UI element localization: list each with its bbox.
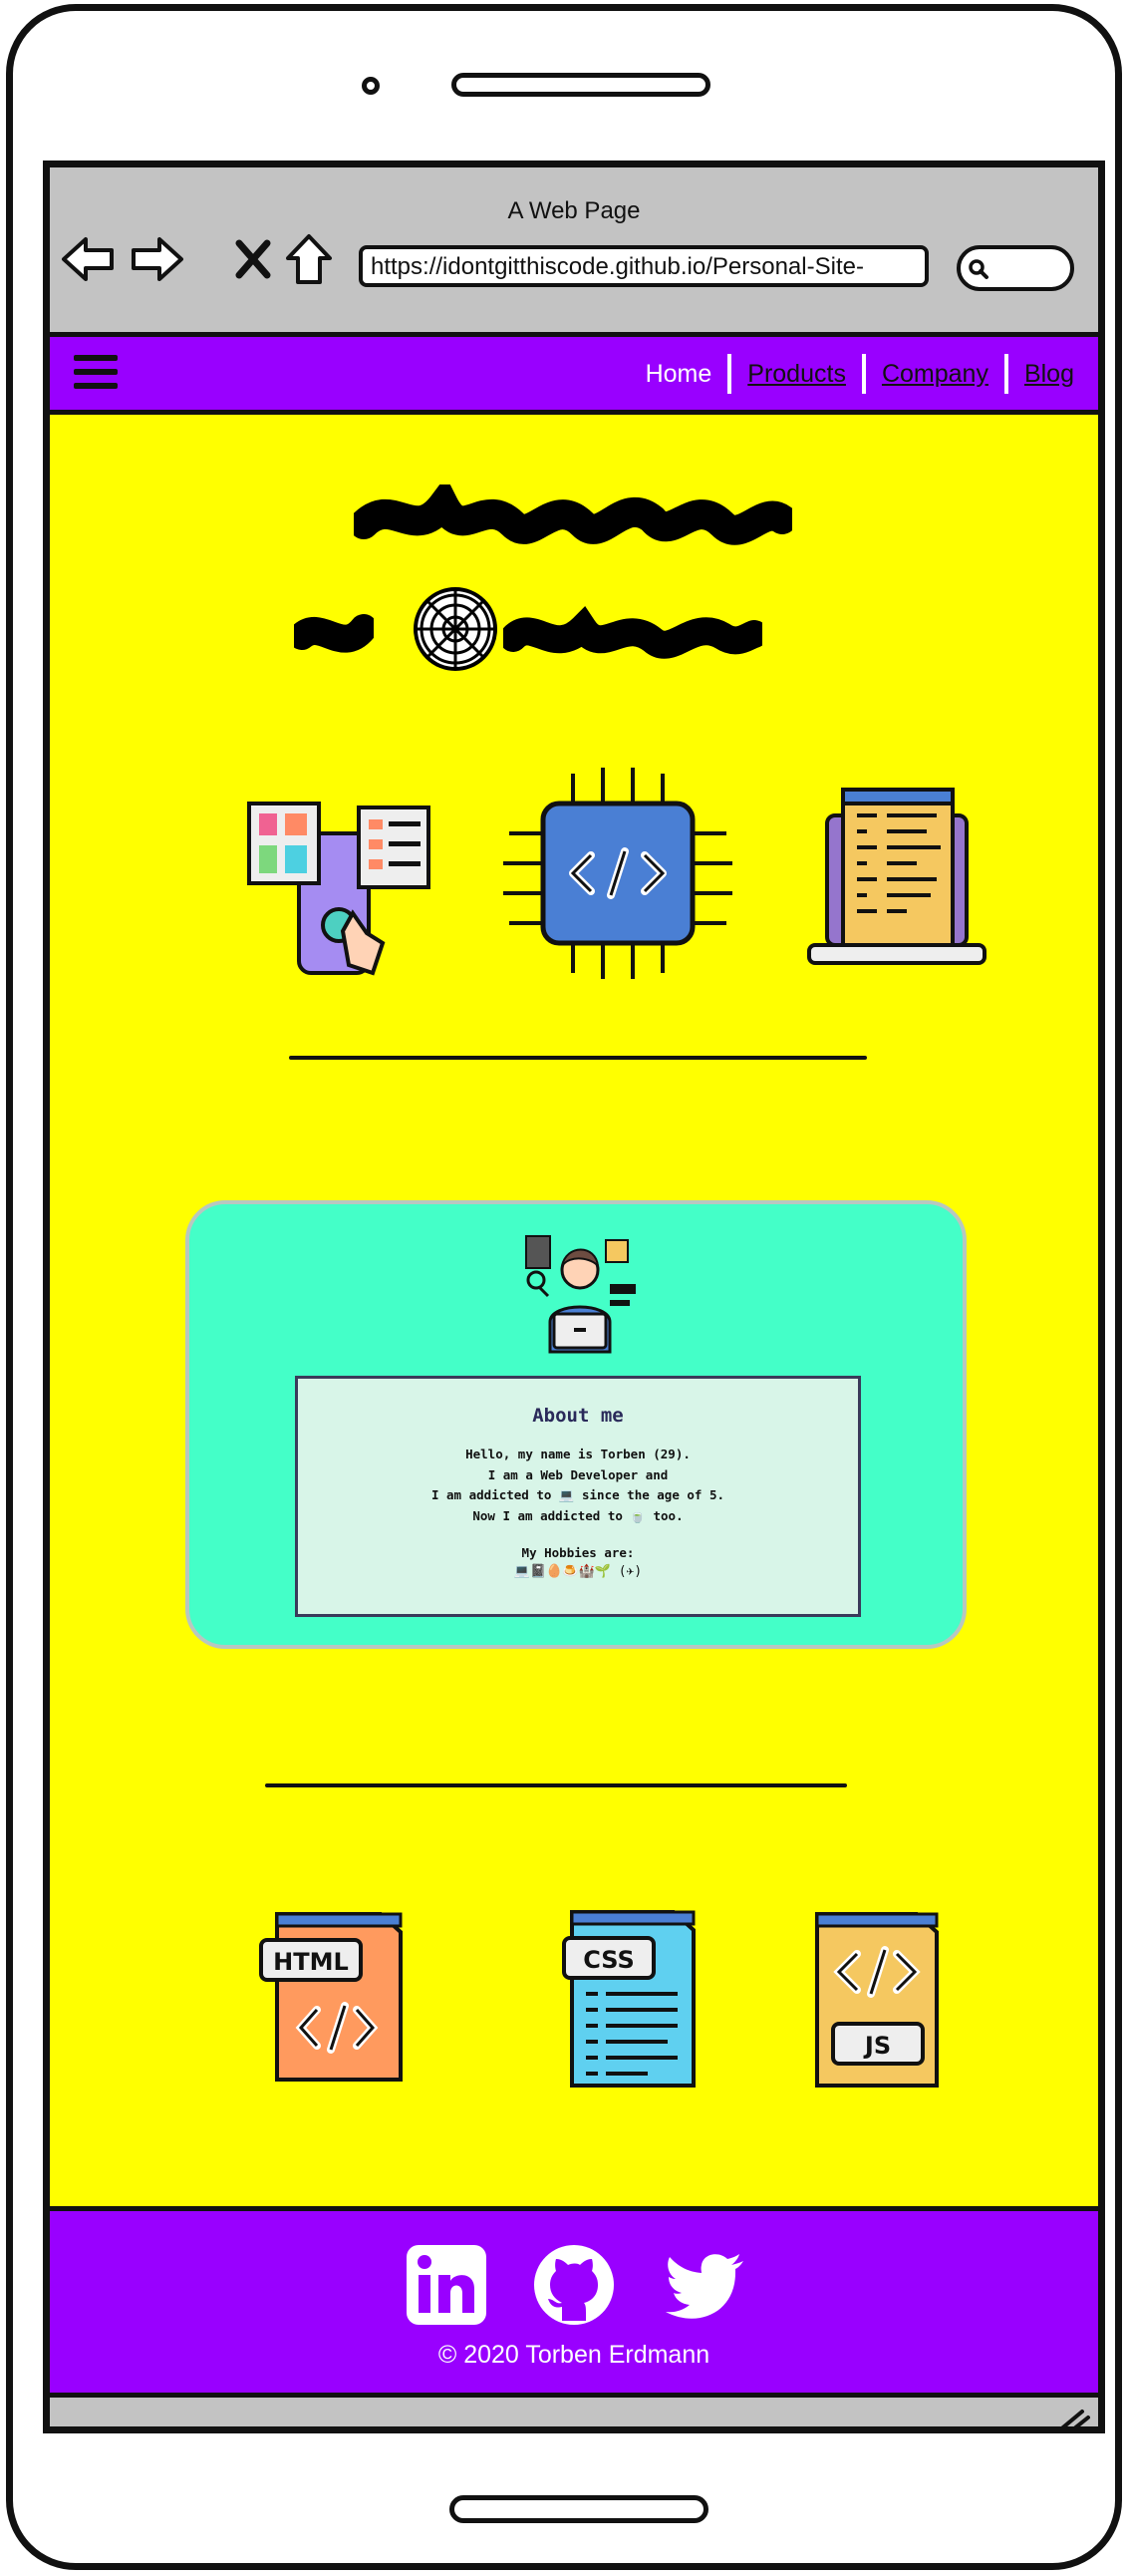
about-description: Hello, my name is Torben (29). I am a We…	[298, 1445, 858, 1526]
developer-avatar-icon	[525, 1235, 636, 1354]
copyright-text: © 2020 Torben Erdmann	[437, 2341, 710, 2369]
nav-home[interactable]: Home	[646, 360, 712, 389]
browser-chrome: A Web Page https://idontgitthiscode.gith…	[50, 167, 1098, 337]
css-file-icon: CSS	[562, 1910, 696, 2088]
hero-subtitle-scribble	[294, 614, 374, 653]
close-icon	[235, 239, 271, 279]
phone-home-button[interactable]	[449, 2495, 708, 2523]
cpu-chip-code-icon	[503, 768, 732, 979]
resize-grip-icon[interactable]	[1052, 2406, 1092, 2433]
home-icon	[286, 234, 332, 284]
back-arrow-icon	[62, 237, 114, 281]
nav-divider	[727, 354, 732, 394]
window-title: A Web Page	[507, 197, 641, 224]
forward-arrow-icon	[132, 237, 183, 281]
css-label: CSS	[583, 1946, 635, 1974]
web-page-design-icon	[247, 802, 430, 976]
hobbies-icons: 💻📓🥚🍮🏰🌱 (✈)	[513, 1564, 643, 1579]
nav-divider	[861, 354, 866, 394]
web-spider-icon	[414, 587, 497, 671]
about-card: About me Hello, my name is Torben (29). …	[185, 1200, 967, 1649]
camera	[362, 77, 380, 95]
hobbies-label: My Hobbies are:	[521, 1545, 635, 1560]
js-label: JS	[863, 2032, 891, 2060]
page-content: About me Hello, my name is Torben (29). …	[50, 415, 1098, 2206]
about-line: I am addicted to 💻 since the age of 5.	[430, 1487, 724, 1502]
nav-divider	[1003, 354, 1008, 394]
about-line: Now I am addicted to 🍵 too.	[472, 1507, 684, 1523]
about-line: I am a Web Developer and	[487, 1466, 669, 1482]
hamburger-menu-icon[interactable]	[74, 355, 118, 391]
nav-company[interactable]: Company	[882, 360, 988, 389]
hero-subtitle-scribble	[503, 606, 762, 659]
back-button[interactable]	[60, 231, 116, 287]
browser-status-bar	[50, 2398, 1098, 2433]
html-file-icon: HTML	[259, 1912, 403, 2082]
twitter-icon[interactable]	[664, 2243, 747, 2327]
speaker	[451, 73, 710, 97]
hero-title-scribble	[354, 484, 792, 545]
phone-frame: A Web Page https://idontgitthiscode.gith…	[6, 4, 1122, 2570]
about-text-box: About me Hello, my name is Torben (29). …	[295, 1376, 861, 1617]
laptop-code-icon	[807, 788, 987, 965]
nav-blog[interactable]: Blog	[1024, 360, 1074, 389]
js-file-icon: JS	[815, 1912, 939, 2088]
address-bar[interactable]: https://idontgitthiscode.github.io/Perso…	[359, 245, 929, 287]
nav-products[interactable]: Products	[747, 360, 846, 389]
stop-button[interactable]	[225, 231, 281, 287]
section-divider	[265, 1783, 847, 1787]
forward-button[interactable]	[130, 231, 185, 287]
about-line: Hello, my name is Torben (29).	[465, 1447, 691, 1461]
nav-menu: Home Products Company Blog	[646, 353, 1074, 395]
home-nav-button[interactable]	[281, 231, 337, 287]
site-navbar: Home Products Company Blog	[50, 337, 1098, 415]
html-label: HTML	[273, 1948, 349, 1976]
linkedin-icon[interactable]	[405, 2243, 488, 2327]
browser-search-field[interactable]	[957, 245, 1074, 291]
browser-window: A Web Page https://idontgitthiscode.gith…	[43, 161, 1105, 2433]
github-icon[interactable]	[532, 2243, 616, 2327]
site-footer: © 2020 Torben Erdmann	[50, 2206, 1098, 2398]
search-icon	[969, 259, 988, 279]
section-divider	[289, 1056, 867, 1060]
about-title: About me	[532, 1405, 624, 1427]
